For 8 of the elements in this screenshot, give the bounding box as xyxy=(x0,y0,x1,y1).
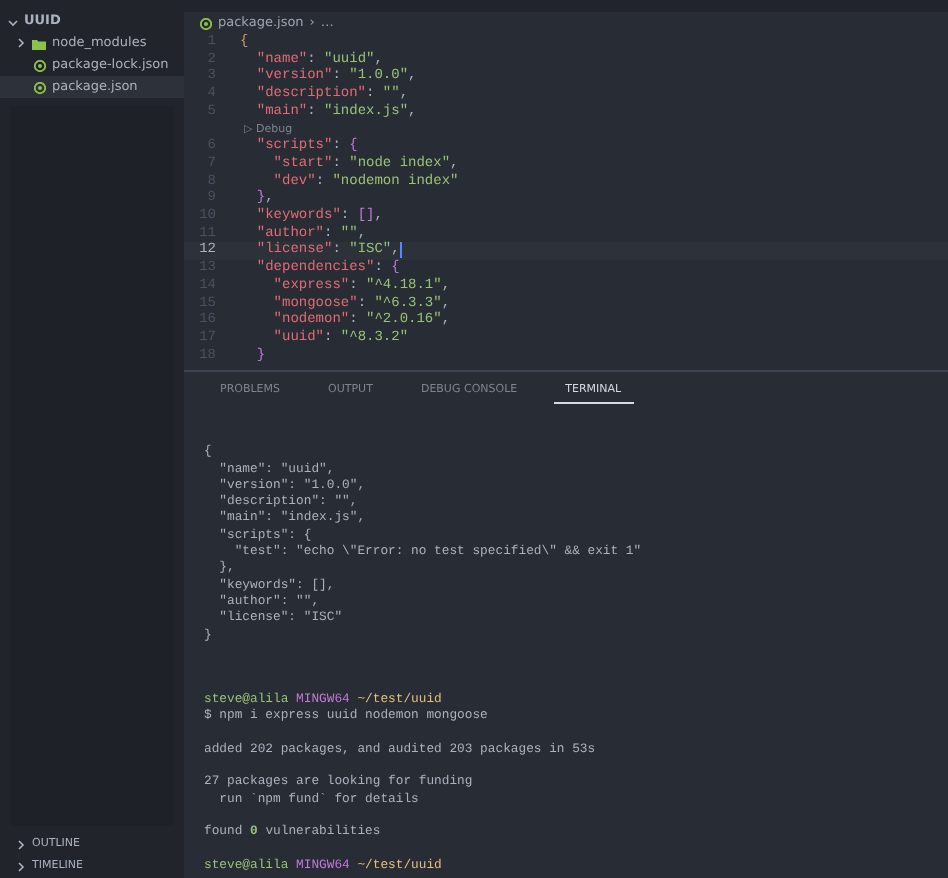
json-file-icon xyxy=(200,17,212,29)
chevron-right-icon xyxy=(16,862,26,872)
folder-icon xyxy=(32,37,46,49)
chevron-right-icon xyxy=(16,840,26,850)
text-cursor xyxy=(399,242,402,259)
json-file-icon xyxy=(34,59,46,71)
json-file-icon xyxy=(34,81,46,93)
chevron-right-icon xyxy=(16,38,26,48)
